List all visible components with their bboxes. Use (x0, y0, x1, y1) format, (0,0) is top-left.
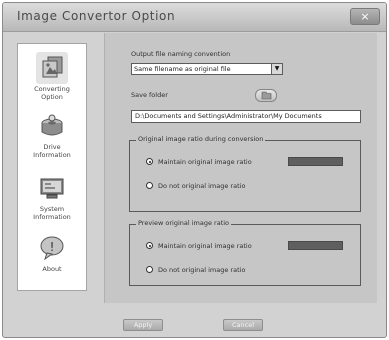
save-folder-label: Save folder (131, 91, 168, 99)
folder-icon (261, 91, 272, 100)
converting-option-icon (36, 52, 68, 84)
conversion-ratio-group: Original image ratio during conversion M… (129, 135, 361, 212)
system-information-icon (40, 178, 64, 199)
about-icon: ! (40, 236, 64, 261)
options-panel: Output file naming convention Same filen… (104, 33, 377, 303)
title-bar[interactable]: Image Convertor Option × (3, 3, 386, 32)
ratio-preview-swatch (288, 157, 343, 166)
save-folder-input[interactable]: D:\Documents and Settings\Administrator\… (131, 110, 361, 123)
conversion-ratio-title: Original image ratio during conversion (136, 135, 266, 143)
sidebar-item-converting-option[interactable]: Converting Option (18, 52, 86, 101)
radio-button[interactable] (146, 266, 153, 273)
conversion-no-label: Do not original image ratio (158, 182, 246, 190)
sidebar-item-label: System Information (33, 205, 71, 221)
cancel-button[interactable]: Cancel (223, 319, 263, 331)
preview-maintain-label: Maintain original image ratio (158, 242, 252, 250)
sidebar-item-label: About (42, 265, 62, 273)
chevron-down-icon[interactable]: ▼ (271, 64, 282, 74)
save-folder-path: D:\Documents and Settings\Administrator\… (135, 112, 322, 120)
close-icon: × (360, 10, 370, 23)
sidebar-item-about[interactable]: ! About (18, 232, 86, 273)
naming-convention-select[interactable]: Same filename as original file ▼ (131, 63, 283, 75)
radio-button-checked[interactable] (146, 158, 153, 165)
naming-convention-label: Output file naming convention (131, 50, 231, 58)
window-title: Image Convertor Option (17, 9, 176, 23)
drive-information-icon (41, 114, 63, 136)
sidebar-item-label: Drive Information (33, 143, 71, 159)
browse-folder-button[interactable] (255, 89, 277, 102)
sidebar-item-drive-information[interactable]: Drive Information (18, 110, 86, 159)
naming-convention-value: Same filename as original file (134, 65, 231, 73)
svg-text:!: ! (50, 240, 55, 254)
preview-ratio-title: Preview original image ratio (136, 219, 232, 227)
preview-ratio-group: Preview original image ratio Maintain or… (129, 219, 361, 286)
sidebar-item-system-information[interactable]: System Information (18, 172, 86, 221)
sidebar: Converting Option Drive Information Syst… (17, 43, 87, 291)
close-button[interactable]: × (350, 8, 380, 25)
option-dialog: Image Convertor Option × Converting Opti… (2, 2, 387, 338)
sidebar-item-label: Converting Option (34, 85, 70, 101)
ratio-preview-swatch (288, 241, 343, 250)
preview-no-label: Do not original image ratio (158, 266, 246, 274)
radio-button-checked[interactable] (146, 242, 153, 249)
radio-button[interactable] (146, 182, 153, 189)
apply-button[interactable]: Apply (123, 319, 163, 331)
conversion-maintain-label: Maintain original image ratio (158, 158, 252, 166)
